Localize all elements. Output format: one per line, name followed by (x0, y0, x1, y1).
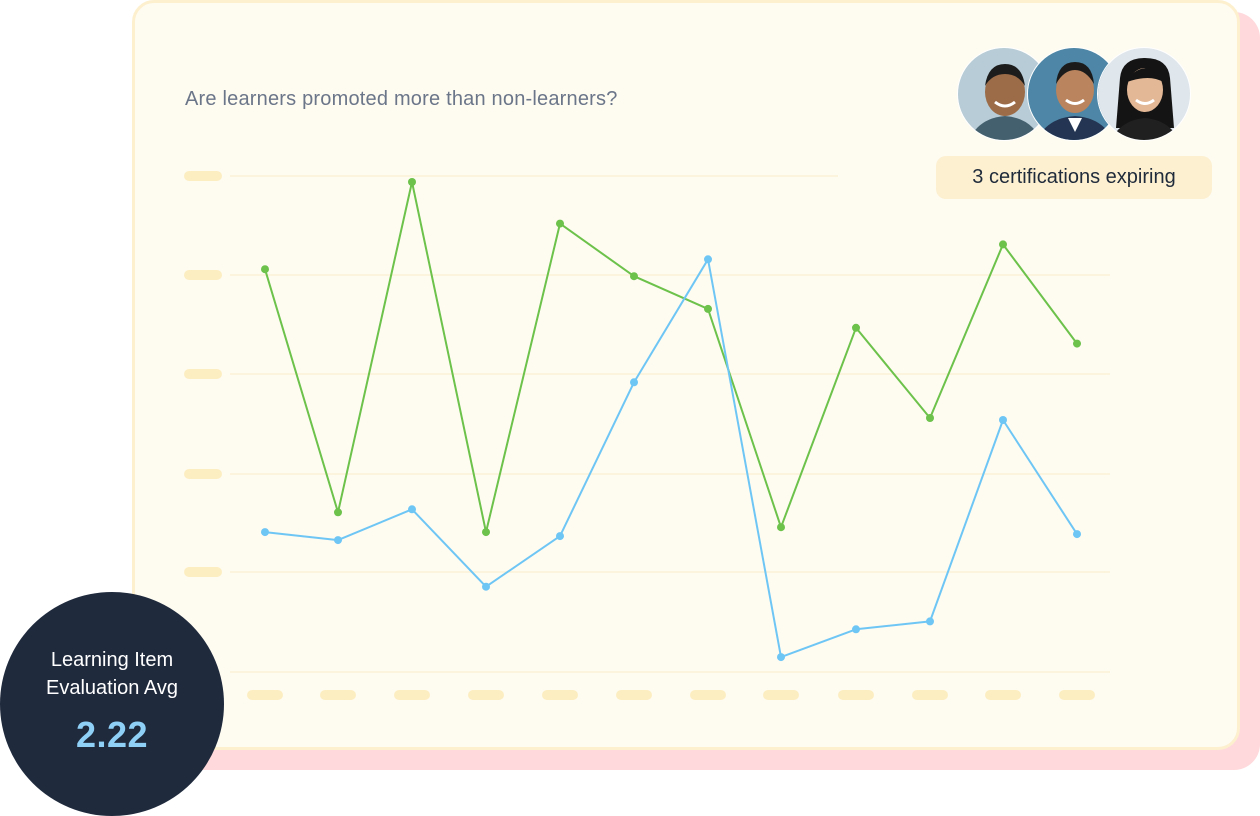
series-2-point (482, 582, 490, 591)
x-tick-placeholder (912, 690, 948, 700)
x-tick-placeholder (690, 690, 726, 700)
x-tick-placeholder (1059, 690, 1095, 700)
series-2-point (334, 536, 342, 545)
series-1-point (408, 178, 416, 186)
series-1-point (482, 528, 490, 537)
x-tick-placeholder (394, 690, 430, 700)
series-1-point (1073, 339, 1081, 348)
series-1-point (777, 523, 785, 532)
kpi-evaluation-avg: Learning Item Evaluation Avg 2.22 (0, 592, 224, 816)
series-2-point (852, 625, 860, 634)
x-tick-placeholder (838, 690, 874, 700)
series-2-point (999, 416, 1007, 424)
x-tick-placeholder (763, 690, 799, 700)
x-tick-placeholder (468, 690, 504, 700)
x-tick-placeholder (616, 690, 652, 700)
kpi-label: Learning Item Evaluation Avg (46, 649, 178, 699)
series-line-2 (264, 258, 1078, 659)
y-tick-placeholder (184, 469, 222, 479)
series-2-point (777, 653, 785, 662)
series-1-point (334, 508, 342, 517)
x-tick-placeholder (542, 690, 578, 700)
x-tick-placeholder (320, 690, 356, 700)
y-tick-placeholder (184, 369, 222, 379)
certifications-expiring-badge[interactable]: 3 certifications expiring (936, 156, 1212, 199)
series-2-point (261, 528, 269, 537)
y-tick-placeholder (184, 567, 222, 577)
series-2-point (704, 255, 712, 264)
series-2-point (630, 378, 638, 387)
person-avatar-icon (1098, 48, 1190, 140)
series-1-point (556, 219, 564, 228)
series-1-point (630, 272, 638, 281)
series-2-point (926, 617, 934, 626)
series-1-point (852, 323, 860, 332)
series-line-1 (264, 181, 1078, 534)
x-tick-placeholder (985, 690, 1021, 700)
series-1-point (926, 414, 934, 422)
series-1-point (999, 240, 1007, 249)
avatar-group (957, 47, 1192, 143)
kpi-value: 2.22 (75, 714, 149, 755)
series-2-point (556, 532, 564, 541)
y-tick-placeholder (184, 171, 222, 181)
x-tick-placeholder (247, 690, 283, 700)
series-1-point (261, 265, 269, 274)
series-2-point (408, 505, 416, 514)
y-tick-placeholder (184, 270, 222, 280)
series-1-point (704, 304, 712, 313)
avatar (1097, 47, 1191, 141)
series-2-point (1073, 530, 1081, 539)
